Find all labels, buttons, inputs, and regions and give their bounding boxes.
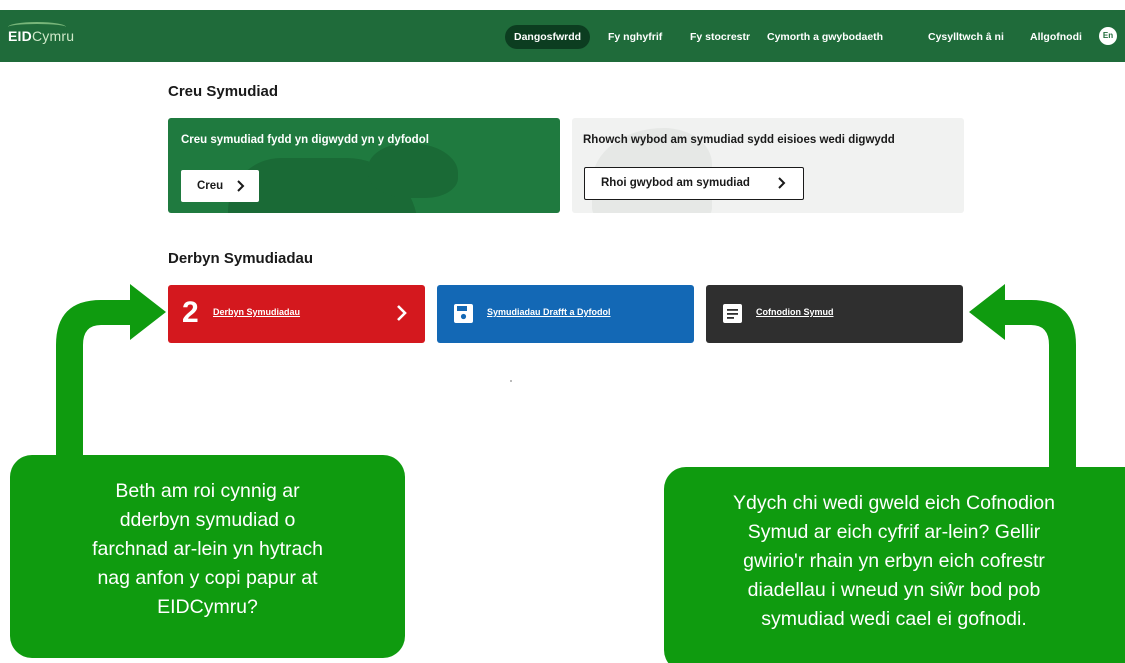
receive-movements-button[interactable]: 2 Derbyn Symudiadau <box>168 285 425 343</box>
report-movement-button-label: Rhoi gwybod am symudiad <box>601 177 750 189</box>
right-callout-line: symudiad wedi cael ei gofnodi. <box>761 608 1027 630</box>
top-navigation-bar: EIDCymru Dangosfwrdd Fy nghyfrif Fy stoc… <box>0 10 1125 62</box>
save-icon <box>454 304 473 323</box>
left-callout-line: nag anfon y copi papur at <box>97 567 318 589</box>
left-callout-box: Beth am roi cynnig ar dderbyn symudiad o… <box>10 455 405 658</box>
receive-movements-link[interactable]: Derbyn Symudiadau <box>213 307 300 317</box>
chevron-right-icon <box>237 180 245 192</box>
eidcymru-logo[interactable]: EIDCymru <box>8 28 74 44</box>
nav-logout[interactable]: Allgofnodi <box>1021 25 1091 49</box>
left-arrow-shaft <box>56 300 132 470</box>
right-callout-line: Ydych chi wedi gweld eich Cofnodion <box>733 492 1055 514</box>
stray-dot <box>510 380 512 382</box>
language-toggle-button[interactable]: En <box>1099 27 1117 45</box>
right-callout-line: gwirio'r rhain yn erbyn eich cofrestr <box>743 550 1045 572</box>
document-icon <box>723 304 742 323</box>
movement-records-button[interactable]: Cofnodion Symud <box>706 285 963 343</box>
nav-dashboard[interactable]: Dangosfwrdd <box>505 25 591 49</box>
future-movement-text: Creu symudiad fydd yn digwydd yn y dyfod… <box>181 134 429 146</box>
right-callout-line: diadellau i wneud yn siŵr bod pob <box>747 579 1041 601</box>
nav-my-account[interactable]: Fy nghyfrif <box>599 25 671 49</box>
left-arrow-head <box>130 284 166 340</box>
future-movement-card: Creu symudiad fydd yn digwydd yn y dyfod… <box>168 118 560 213</box>
pending-count-badge: 2 <box>182 296 199 329</box>
logo-text-light: Cymru <box>31 28 75 44</box>
nav-help-and-information[interactable]: Cymorth a gwybodaeth <box>758 25 892 49</box>
sheep-head-illustration <box>368 143 458 198</box>
draft-and-future-movements-button[interactable]: Symudiadau Drafft a Dyfodol <box>437 285 694 343</box>
nav-contact-us[interactable]: Cysylltwch â ni <box>919 25 1013 49</box>
nav-my-inventory[interactable]: Fy stocrestr <box>681 25 759 49</box>
left-callout-line: farchnad ar-lein yn hytrach <box>92 538 323 560</box>
past-movement-card: Rhowch wybod am symudiad sydd eisioes we… <box>572 118 964 213</box>
receive-movements-heading: Derbyn Symudiadau <box>168 250 314 267</box>
left-callout-line: Beth am roi cynnig ar <box>115 480 300 502</box>
create-movement-heading: Creu Symudiad <box>168 83 279 100</box>
left-callout-line: dderbyn symudiad o <box>119 509 296 531</box>
chevron-right-icon <box>397 305 407 321</box>
create-button-label: Creu <box>197 180 224 192</box>
right-arrow-shaft <box>1003 300 1076 480</box>
right-callout-line: Symud ar eich cyfrif ar-lein? Gellir <box>747 521 1041 543</box>
report-movement-button[interactable]: Rhoi gwybod am symudiad <box>584 167 804 200</box>
past-movement-text: Rhowch wybod am symudiad sydd eisioes we… <box>583 134 895 146</box>
movement-records-link[interactable]: Cofnodion Symud <box>756 307 834 317</box>
right-arrow-head <box>969 284 1005 340</box>
right-callout-box: Ydych chi wedi gweld eich Cofnodion Symu… <box>664 467 1125 663</box>
left-callout-line: EIDCymru? <box>157 596 258 618</box>
draft-and-future-movements-link[interactable]: Symudiadau Drafft a Dyfodol <box>487 307 611 317</box>
create-button[interactable]: Creu <box>181 170 259 202</box>
logo-text-bold: EID <box>8 28 32 44</box>
chevron-right-icon <box>778 177 786 189</box>
